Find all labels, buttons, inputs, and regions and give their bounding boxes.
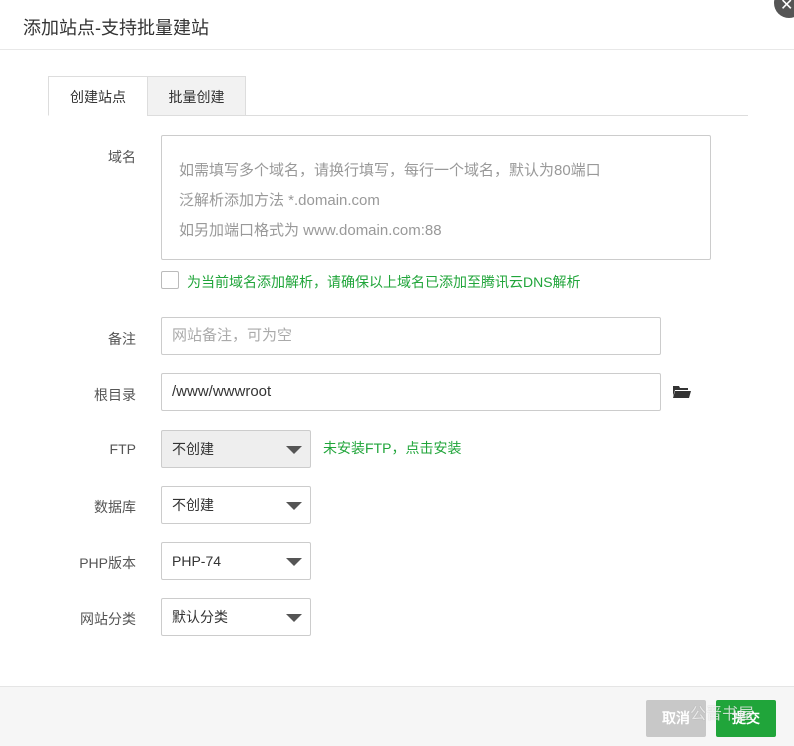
site-category-select-value: 默认分类: [172, 609, 228, 625]
folder-open-icon[interactable]: [672, 384, 692, 400]
database-label: 数据库: [94, 499, 136, 515]
ftp-select[interactable]: 不创建: [161, 430, 311, 468]
domain-placeholder-line-1: 如需填写多个域名，请换行填写，每行一个域名，默认为80端口: [179, 162, 601, 179]
root-dir-label: 根目录: [94, 387, 136, 403]
dns-checkbox[interactable]: [161, 271, 179, 289]
site-category-select[interactable]: 默认分类: [161, 598, 311, 636]
dns-checkbox-label[interactable]: 为当前域名添加解析，请确保以上域名已添加至腾讯云DNS解析: [187, 272, 581, 292]
domain-label: 域名: [108, 149, 136, 165]
site-category-label: 网站分类: [80, 611, 136, 627]
php-version-select[interactable]: PHP-74: [161, 542, 311, 580]
ftp-label: FTP: [109, 441, 136, 457]
database-select[interactable]: 不创建: [161, 486, 311, 524]
ftp-select-value: 不创建: [172, 441, 214, 457]
chevron-down-icon: [286, 502, 302, 510]
dialog-footer: 取消 提交: [0, 686, 794, 746]
chevron-down-icon: [286, 614, 302, 622]
tab-create-site[interactable]: 创建站点: [48, 76, 148, 116]
add-site-dialog: 添加站点-支持批量建站 ✕ 创建站点 批量创建 域名 如需填写多个域名，请换行填…: [0, 0, 794, 746]
dialog-title-bar: 添加站点-支持批量建站 ✕: [0, 0, 794, 50]
dialog-title: 添加站点-支持批量建站: [23, 18, 209, 38]
tab-batch-create[interactable]: 批量创建: [147, 76, 246, 116]
tab-bar: 创建站点 批量创建: [48, 76, 748, 116]
root-dir-input[interactable]: /www/wwwroot: [161, 373, 661, 411]
remark-label: 备注: [108, 331, 136, 347]
php-version-select-value: PHP-74: [172, 553, 222, 569]
domain-placeholder-line-3: 如另加端口格式为 www.domain.com:88: [179, 222, 442, 239]
watermark: 公晋书屋: [690, 706, 755, 723]
close-icon[interactable]: ✕: [774, 0, 794, 18]
domain-placeholder-line-2: 泛解析添加方法 *.domain.com: [179, 192, 380, 209]
chevron-down-icon: [286, 558, 302, 566]
domain-textarea[interactable]: 如需填写多个域名，请换行填写，每行一个域名，默认为80端口 泛解析添加方法 *.…: [161, 135, 711, 260]
install-ftp-link[interactable]: 未安装FTP，点击安装: [323, 438, 461, 458]
chevron-down-icon: [286, 446, 302, 454]
remark-input[interactable]: 网站备注，可为空: [161, 317, 661, 355]
database-select-value: 不创建: [172, 497, 214, 513]
php-version-label: PHP版本: [79, 555, 136, 571]
